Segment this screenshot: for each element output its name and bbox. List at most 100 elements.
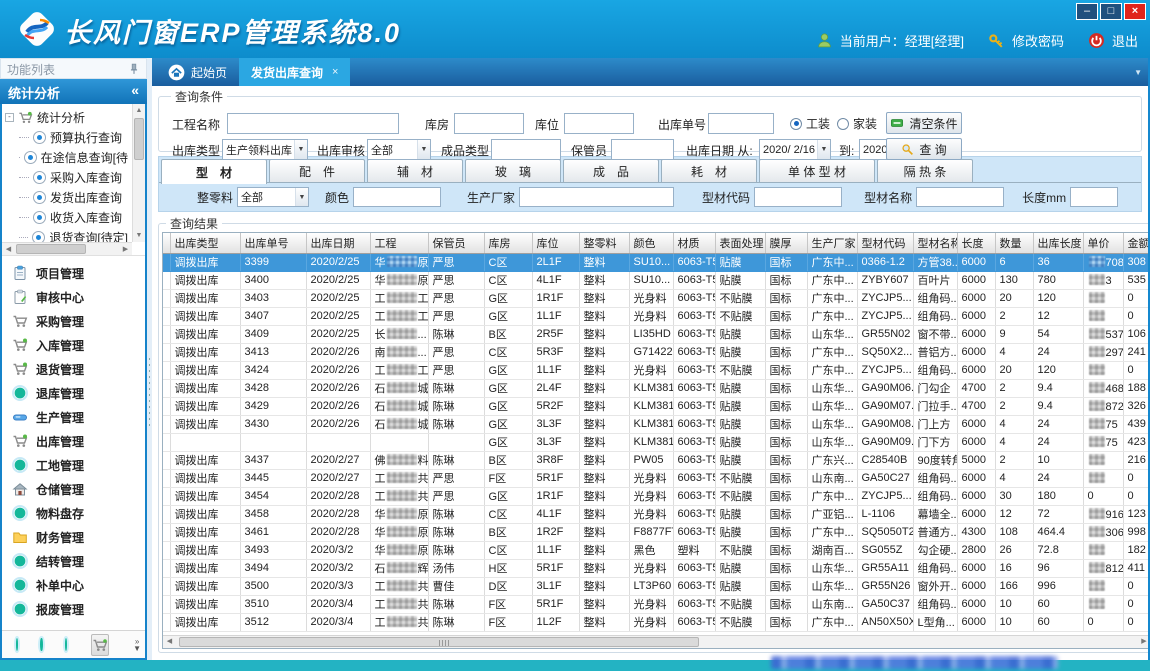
sidebar-item[interactable]: 结转管理	[2, 549, 145, 573]
scrollbar-thumb[interactable]	[179, 637, 699, 647]
project-name-input[interactable]	[227, 113, 399, 134]
keeper-input[interactable]	[611, 139, 674, 160]
column-header[interactable]: 型材名称	[913, 233, 957, 253]
radio-selected-icon[interactable]	[790, 118, 802, 130]
table-row[interactable]: 调拨出库35002020/3/3工共工程曹佳D区3L1F整料LT3P606063…	[163, 577, 1148, 595]
column-header[interactable]: 材质	[673, 233, 715, 253]
sidebar-item[interactable]: 退货管理	[2, 357, 145, 381]
table-row[interactable]: 调拨出库34942020/3/2石辉城汤伟H区5R1F整料光身料6063-T5贴…	[163, 559, 1148, 577]
sidebar-item[interactable]: 项目管理	[2, 261, 145, 285]
filter-input[interactable]	[353, 187, 441, 207]
sidebar-item[interactable]: 物料盘存	[2, 501, 145, 525]
tab-shipment-outbound-query[interactable]: 发货出库查询 ×	[239, 58, 350, 86]
tab-close-icon[interactable]: ×	[332, 66, 338, 78]
overflow-chevron-icon[interactable]: »▼	[133, 638, 141, 652]
tree-item[interactable]: 在途信息查询[待	[5, 147, 128, 167]
table-row[interactable]: 调拨出库34282020/2/26石城陈琳G区2L4F整料KLM38176063…	[163, 379, 1148, 397]
tree-root-statistics[interactable]: -统计分析	[5, 107, 128, 127]
pin-icon[interactable]	[127, 62, 141, 76]
table-row[interactable]: 调拨出库34452020/2/27工共工程严思F区5R1F整料光身料6063-T…	[163, 469, 1148, 487]
column-header[interactable]: 表面处理	[715, 233, 765, 253]
category-tab[interactable]: 玻 璃	[465, 159, 561, 182]
column-header[interactable]: 整零料	[579, 233, 629, 253]
outbound-type-select[interactable]: 生产领料出库▼	[222, 139, 308, 160]
column-header[interactable]: 保管员	[428, 233, 484, 253]
filter-input[interactable]	[1070, 187, 1118, 207]
column-header[interactable]: 数量	[995, 233, 1033, 253]
column-header[interactable]: 库房	[484, 233, 532, 253]
sidebar-item[interactable]: 入库管理	[2, 333, 145, 357]
category-tab[interactable]: 配 件	[269, 159, 365, 182]
sidebar-item[interactable]: 生产管理	[2, 405, 145, 429]
table-row[interactable]: 调拨出库34542020/2/28工共工程严思G区1R1F整料光身料6063-T…	[163, 487, 1148, 505]
module-dot-icon[interactable]	[16, 638, 18, 651]
date-from-picker[interactable]: 2020/ 2/16▼	[759, 139, 831, 160]
category-tab[interactable]: 辅 材	[367, 159, 463, 182]
filter-input[interactable]	[754, 187, 842, 207]
table-row[interactable]: 调拨出库35102020/3/4工共工程陈琳F区5R1F整料光身料6063-T5…	[163, 595, 1148, 613]
sidebar-item[interactable]: 采购管理	[2, 309, 145, 333]
column-header[interactable]: 单价	[1083, 233, 1123, 253]
tree-item[interactable]: 采购入库查询	[5, 167, 128, 187]
outbound-no-input[interactable]	[708, 113, 774, 134]
table-row[interactable]: 调拨出库34132020/2/26南...严思C区5R3F整料G71422606…	[163, 343, 1148, 361]
tree-horizontal-scrollbar[interactable]: ◀ ▶	[2, 242, 132, 255]
table-row[interactable]: G区3L3F整料KLM38176063-T5贴膜国标山东华...GA90M09.…	[163, 433, 1148, 451]
clear-conditions-button[interactable]: 清空条件	[886, 112, 962, 134]
table-row[interactable]: 调拨出库34292020/2/26石城陈琳G区5R2F整料KLM38176063…	[163, 397, 1148, 415]
scroll-down-icon[interactable]: ▼	[133, 229, 145, 242]
column-header[interactable]: 库位	[532, 233, 579, 253]
logout-link[interactable]: 退出	[1112, 31, 1138, 50]
table-row[interactable]: 调拨出库34582020/2/28华原...陈琳C区4L1F整料光身料6063-…	[163, 505, 1148, 523]
category-tab[interactable]: 耗 材	[661, 159, 757, 182]
column-header[interactable]: 生产厂家	[807, 233, 857, 253]
column-header[interactable]: 出库单号	[240, 233, 306, 253]
sidebar-item[interactable]: 财务管理	[2, 525, 145, 549]
tab-overflow-icon[interactable]: ▼	[1134, 68, 1142, 77]
close-button[interactable]: ×	[1124, 3, 1146, 20]
sidebar-item[interactable]: 补单中心	[2, 573, 145, 597]
search-button[interactable]: 查 询	[886, 138, 962, 160]
sidebar-item[interactable]: 仓储管理	[2, 477, 145, 501]
tree-item[interactable]: 发货出库查询	[5, 187, 128, 207]
column-header[interactable]: 金额	[1123, 233, 1148, 253]
table-row[interactable]: 调拨出库34372020/2/27佛料...陈琳B区3R8F整料PW056063…	[163, 451, 1148, 469]
scroll-left-icon[interactable]: ◀	[2, 243, 15, 256]
table-row[interactable]: 调拨出库33992020/2/25华原...严思C区2L1F整料SU10...6…	[163, 253, 1148, 271]
table-row[interactable]: 调拨出库34612020/2/28华原...陈琳B区1R2F整料F8877FT6…	[163, 523, 1148, 541]
scroll-right-icon[interactable]: ▶	[1138, 636, 1149, 648]
scrollbar-thumb[interactable]	[134, 118, 144, 160]
category-tab[interactable]: 型 材	[161, 159, 267, 184]
product-type-input[interactable]	[491, 139, 561, 160]
column-header[interactable]: 工程	[370, 233, 428, 253]
table-row[interactable]: 调拨出库34032020/2/25工工程严思G区1R1F整料光身料6063-T5…	[163, 289, 1148, 307]
radio-jiazhuang[interactable]: 家装	[837, 115, 877, 132]
maximize-button[interactable]: □	[1100, 3, 1122, 20]
scroll-left-icon[interactable]: ◀	[163, 636, 176, 648]
warehouse-input[interactable]	[454, 113, 524, 134]
table-row[interactable]: 调拨出库34932020/3/2华原...陈琳C区1L1F整料黑色塑料不贴膜国标…	[163, 541, 1148, 559]
sidebar-item[interactable]: 工地管理	[2, 453, 145, 477]
tree-item[interactable]: 收货入库查询	[5, 207, 128, 227]
scrollbar-thumb[interactable]	[16, 244, 86, 254]
module-dot-icon[interactable]	[40, 638, 42, 651]
tab-home[interactable]: 起始页	[156, 58, 239, 86]
column-header[interactable]: 膜厚	[765, 233, 807, 253]
table-row[interactable]: 调拨出库34002020/2/25华原...严思C区4L1F整料SU10...6…	[163, 271, 1148, 289]
column-header[interactable]: 出库日期	[306, 233, 370, 253]
location-input[interactable]	[564, 113, 634, 134]
table-row[interactable]: 调拨出库35122020/3/4工共工程陈琳F区1L2F整料光身料6063-T5…	[163, 613, 1148, 631]
radio-gongzhuang[interactable]: 工装	[790, 115, 830, 132]
table-row[interactable]: 调拨出库34072020/2/25工工程严思G区1L1F整料光身料6063-T5…	[163, 307, 1148, 325]
sidebar-item[interactable]: 审核中心	[2, 285, 145, 309]
collapse-icon[interactable]: «	[131, 82, 139, 98]
sidebar-item[interactable]: 报废管理	[2, 597, 145, 621]
column-header[interactable]: 出库长度	[1033, 233, 1083, 253]
column-header[interactable]: 颜色	[629, 233, 673, 253]
sidebar-item[interactable]: 出库管理	[2, 429, 145, 453]
radio-unselected-icon[interactable]	[837, 118, 849, 130]
category-tab[interactable]: 单 体 型 材	[759, 159, 875, 182]
filter-input[interactable]	[519, 187, 674, 207]
filter-input[interactable]	[916, 187, 1004, 207]
cart-module-button[interactable]	[91, 634, 109, 656]
